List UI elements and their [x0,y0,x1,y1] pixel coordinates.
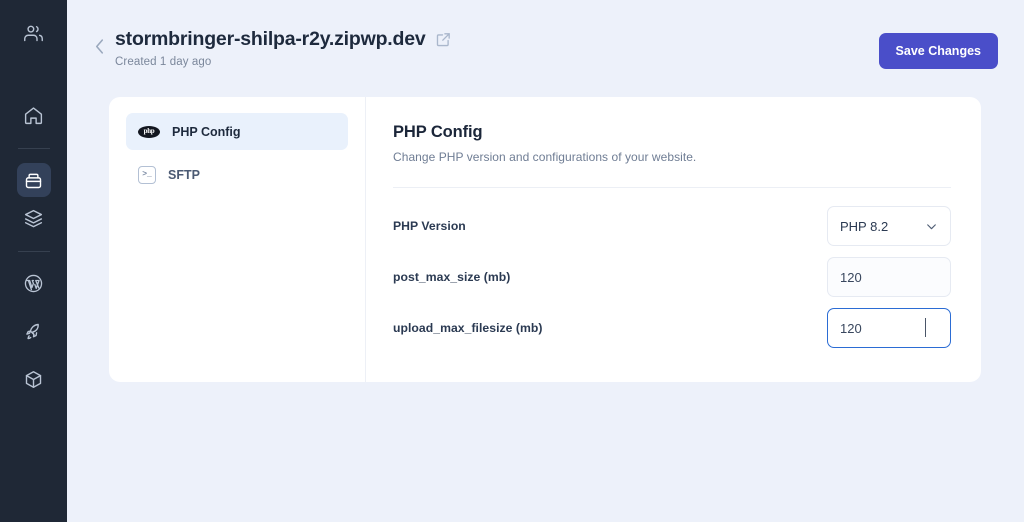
post-max-size-input[interactable] [827,257,951,297]
save-changes-button[interactable]: Save Changes [879,33,998,69]
label-php-version: PHP Version [393,219,827,233]
section-title: PHP Config [393,123,951,142]
form-row-php-version: PHP Version PHP 8.2 [393,206,951,246]
global-sidebar [0,0,67,522]
main-area: stormbringer-shilpa-r2y.zipwp.dev Create… [67,0,1024,522]
package-icon [23,369,44,390]
sidebar-item-stacks[interactable] [17,201,51,235]
field-php-version: PHP 8.2 [827,206,951,246]
form-row-upload-max-filesize: upload_max_filesize (mb) [393,308,951,348]
box-icon [23,170,44,191]
card-content: PHP Config Change PHP version and config… [366,97,981,382]
php-version-select[interactable]: PHP 8.2 [827,206,951,246]
upload-max-filesize-input[interactable] [827,308,951,348]
sidebar-item-wordpress[interactable] [17,266,51,300]
created-timestamp: Created 1 day ago [115,56,879,68]
label-post-max-size: post_max_size (mb) [393,270,827,284]
php-version-value: PHP 8.2 [840,219,888,234]
sidebar-item-home[interactable] [17,98,51,132]
title-row: stormbringer-shilpa-r2y.zipwp.dev [115,28,879,50]
external-link-icon[interactable] [435,31,452,48]
tab-php-config-label: PHP Config [172,125,241,139]
sidebar-divider-1 [18,148,50,149]
terminal-icon: >_ [138,166,156,184]
label-upload-max-filesize: upload_max_filesize (mb) [393,321,827,335]
form-row-post-max-size: post_max_size (mb) [393,257,951,297]
sidebar-divider-2 [18,251,50,252]
tab-sftp[interactable]: >_ SFTP [126,156,348,193]
app-window: stormbringer-shilpa-r2y.zipwp.dev Create… [0,0,1024,522]
title-block: stormbringer-shilpa-r2y.zipwp.dev Create… [115,28,879,68]
home-icon [23,105,44,126]
sidebar-item-users[interactable] [17,16,51,50]
layers-icon [23,208,44,229]
php-logo-icon: php [138,126,160,138]
page-header: stormbringer-shilpa-r2y.zipwp.dev Create… [67,0,1024,69]
card-sidebar: php PHP Config >_ SFTP [109,97,366,382]
sidebar-item-sites[interactable] [17,163,51,197]
section-description: Change PHP version and configurations of… [393,150,951,164]
users-icon [23,23,44,44]
chevron-left-icon [94,38,105,55]
text-cursor [925,318,926,337]
rocket-icon [23,321,44,342]
back-button[interactable] [91,35,107,57]
wordpress-icon [23,273,44,294]
field-upload-max-filesize [827,308,951,348]
tab-sftp-label: SFTP [168,168,200,182]
sidebar-item-launch[interactable] [17,314,51,348]
page-title: stormbringer-shilpa-r2y.zipwp.dev [115,28,426,50]
field-post-max-size [827,257,951,297]
sidebar-item-packages[interactable] [17,362,51,396]
settings-card: php PHP Config >_ SFTP PHP Config Change… [109,97,981,382]
chevron-down-icon [925,220,938,233]
section-divider [393,187,951,188]
tab-php-config[interactable]: php PHP Config [126,113,348,150]
